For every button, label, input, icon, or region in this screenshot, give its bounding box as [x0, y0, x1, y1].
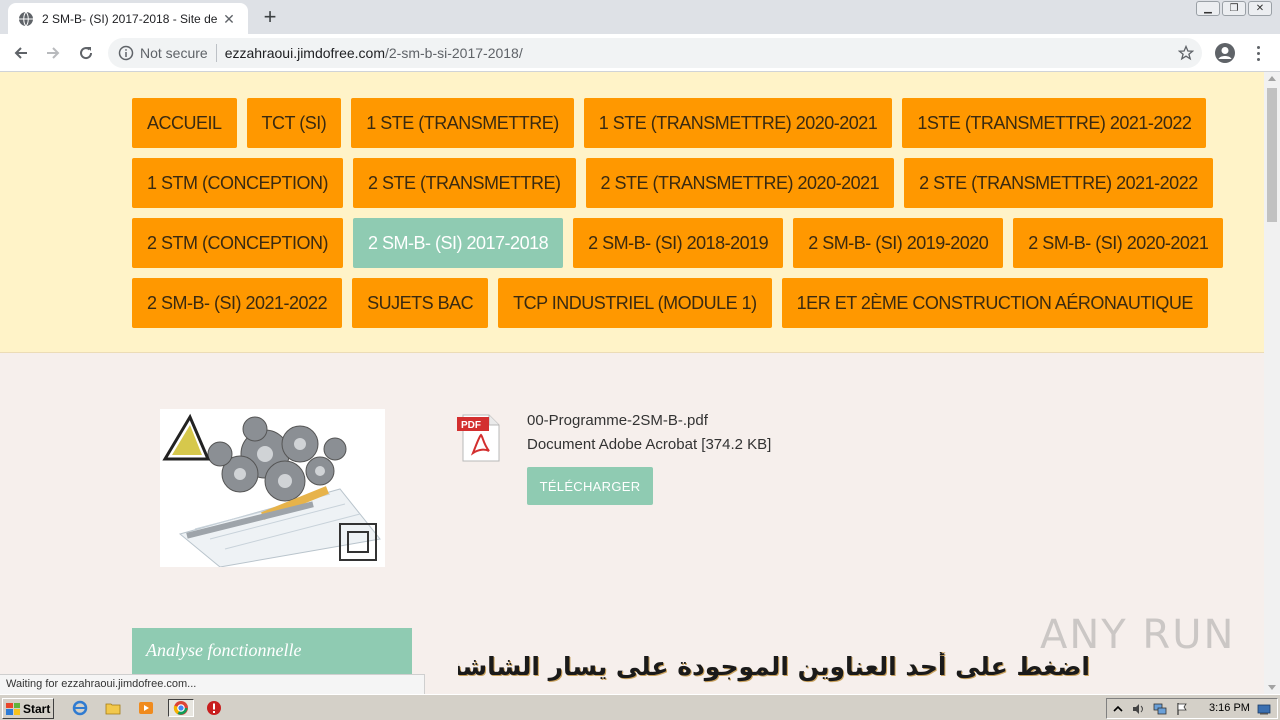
nav-button[interactable]: 1STE (TRANSMETTRE) 2021-2022: [902, 98, 1207, 148]
nav-row: 2 STM (CONCEPTION) 2 SM-B- (SI) 2017-2018…: [132, 218, 1224, 268]
nav-button[interactable]: TCP INDUSTRIEL (MODULE 1): [498, 278, 772, 328]
nav-button[interactable]: 2 STE (TRANSMETTRE) 2021-2022: [904, 158, 1213, 208]
close-icon[interactable]: ✕: [1248, 1, 1272, 16]
nav-button[interactable]: ACCUEIL: [132, 98, 237, 148]
arrow-left-icon: [14, 47, 27, 59]
bookmark-star-icon[interactable]: [1176, 43, 1196, 63]
page-scrollbar[interactable]: [1264, 72, 1280, 694]
nav-button[interactable]: 1 STE (TRANSMETTRE) 2020-2021: [583, 98, 893, 148]
security-label: Not secure: [140, 45, 208, 61]
browser-tab[interactable]: 2 SM-B- (SI) 2017-2018 - Site de EZZ ✕: [8, 3, 248, 34]
window-controls: ▁ ❐ ✕: [1196, 1, 1272, 16]
status-bubble: Waiting for ezzahraoui.jimdofree.com...: [0, 674, 425, 694]
url-host: ezzahraoui.jimdofree.com: [224, 45, 385, 61]
restore-icon[interactable]: ❐: [1222, 1, 1246, 16]
tab-close-icon[interactable]: ✕: [220, 10, 238, 28]
browser-toolbar: Not secure ezzahraoui.jimdofree.com /2-s…: [0, 34, 1280, 72]
stop-icon[interactable]: [204, 699, 224, 717]
anyrun-watermark: ANY RUN: [1040, 612, 1236, 658]
chevron-up-icon[interactable]: [1111, 702, 1125, 716]
show-desktop-icon[interactable]: [1257, 702, 1271, 716]
site-navigation: ACCUEIL TCT (SI) 1 STE (TRANSMETTRE) 1 STE …: [0, 72, 1264, 353]
nav-row: 2 SM-B- (SI) 2021-2022 SUJETS BAC TCP INDU…: [132, 278, 1208, 328]
windows-logo-icon: [6, 702, 20, 715]
system-tray: 3:16 PM: [1106, 698, 1278, 719]
page-viewport: ACCUEIL TCT (SI) 1 STE (TRANSMETTRE) 1 STE …: [0, 72, 1264, 694]
nav-row: ACCUEIL TCT (SI) 1 STE (TRANSMETTRE) 1 STE …: [132, 98, 1207, 148]
address-bar[interactable]: Not secure ezzahraoui.jimdofree.com /2-s…: [108, 38, 1202, 68]
chrome-taskbar-icon[interactable]: [168, 699, 194, 717]
tab-title: 2 SM-B- (SI) 2017-2018 - Site de EZZ: [42, 11, 220, 26]
tab-strip: 2 SM-B- (SI) 2017-2018 - Site de EZZ ✕ +…: [0, 0, 1280, 34]
sidebar-heading[interactable]: Analyse fonctionnelle: [132, 628, 412, 674]
nav-button[interactable]: 2 SM-B- (SI) 2017-2018: [353, 218, 564, 268]
arrow-right-icon: [47, 47, 60, 59]
nav-button[interactable]: 2 STE (TRANSMETTRE) 2020-2021: [585, 158, 895, 208]
url-path: /2-sm-b-si-2017-2018/: [385, 45, 523, 61]
new-tab-button[interactable]: +: [258, 6, 282, 30]
nav-button[interactable]: 2 SM-B- (SI) 2020-2021: [1013, 218, 1224, 268]
nav-button[interactable]: 2 SM-B- (SI) 2021-2022: [132, 278, 343, 328]
file-meta: Document Adobe Acrobat [374.2 KB]: [527, 436, 772, 453]
nav-button[interactable]: SUJETS BAC: [352, 278, 489, 328]
info-icon[interactable]: [118, 45, 134, 61]
internet-explorer-icon[interactable]: [70, 699, 90, 717]
scroll-up-icon[interactable]: [1268, 76, 1276, 81]
download-button[interactable]: TÉLÉCHARGER: [527, 467, 653, 505]
start-label: Start: [23, 701, 51, 716]
account-icon[interactable]: [1214, 42, 1236, 64]
file-name[interactable]: 00-Programme-2SM-B-.pdf: [527, 412, 708, 429]
media-player-icon[interactable]: [136, 699, 156, 717]
nav-button[interactable]: 2 STM (CONCEPTION): [132, 218, 344, 268]
folder-icon[interactable]: [103, 699, 123, 717]
windows-taskbar: Start 3:16 PM: [0, 694, 1280, 720]
flag-icon[interactable]: [1175, 702, 1189, 716]
nav-button[interactable]: 2 SM-B- (SI) 2018-2019: [573, 218, 784, 268]
gears-illustration-image: [160, 409, 385, 567]
pdf-file-icon[interactable]: PDF: [455, 413, 503, 463]
nav-row: 1 STM (CONCEPTION) 2 STE (TRANSMETTRE) 2 S…: [132, 158, 1213, 208]
start-button[interactable]: Start: [2, 698, 54, 719]
nav-button[interactable]: 2 STE (TRANSMETTRE): [353, 158, 576, 208]
scroll-thumb[interactable]: [1267, 88, 1277, 222]
globe-icon: [19, 11, 33, 26]
nav-button[interactable]: 1 STE (TRANSMETTRE): [351, 98, 574, 148]
back-button[interactable]: [8, 40, 34, 66]
reload-icon: [80, 47, 93, 60]
menu-dots-icon[interactable]: [1250, 42, 1266, 64]
network-icon[interactable]: [1153, 702, 1167, 716]
minimize-icon[interactable]: ▁: [1196, 1, 1220, 16]
omnibox-divider: [215, 44, 217, 62]
forward-button[interactable]: [40, 40, 66, 66]
nav-button[interactable]: 2 SM-B- (SI) 2019-2020: [793, 218, 1004, 268]
nav-button[interactable]: 1ER ET 2ÈME CONSTRUCTION AÉRONAUTIQUE: [781, 278, 1208, 328]
pdf-badge: PDF: [461, 420, 481, 431]
scroll-down-icon[interactable]: [1268, 685, 1276, 690]
reload-button[interactable]: [73, 40, 99, 66]
arabic-instruction-banner: اضغط على أحد العناوين الموجودة على يسار …: [458, 652, 1090, 681]
nav-button[interactable]: 1 STM (CONCEPTION): [132, 158, 344, 208]
taskbar-clock[interactable]: 3:16 PM: [1209, 702, 1250, 714]
volume-icon[interactable]: [1131, 702, 1145, 716]
nav-button[interactable]: TCT (SI): [246, 98, 342, 148]
